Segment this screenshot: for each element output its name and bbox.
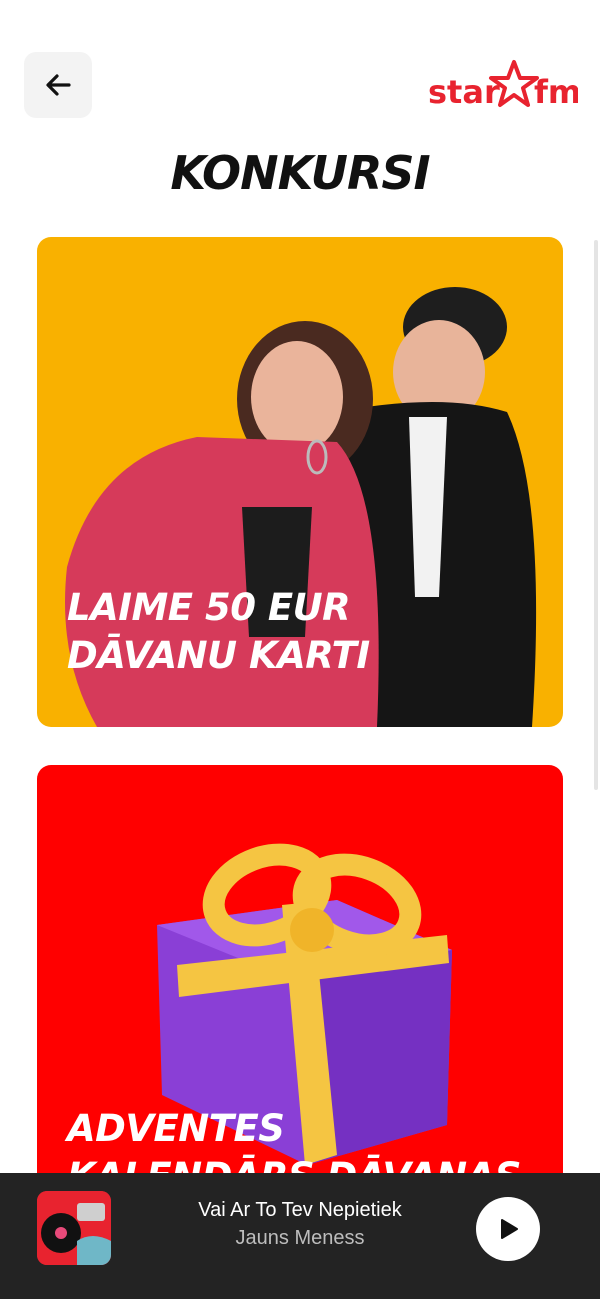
contest-title: LAIME 50 EUR DĀVANU KARTI	[67, 586, 370, 677]
contest-card[interactable]: ADVENTES KALENDĀRS DĀVANAS	[37, 765, 563, 1225]
mini-player[interactable]: Vai Ar To Tev Nepietiek Jauns Meness	[0, 1173, 600, 1299]
album-cover	[37, 1191, 111, 1265]
vinyl-record-icon	[37, 1191, 111, 1265]
contest-card[interactable]: LAIME 50 EUR DĀVANU KARTI	[37, 237, 563, 727]
song-artist: Jauns Meness	[235, 1227, 365, 1249]
song-title: Vai Ar To Tev Nepietiek	[198, 1199, 402, 1221]
play-icon	[501, 1219, 518, 1239]
scrollbar[interactable]	[594, 240, 598, 790]
starfm-logo[interactable]: star fm	[428, 58, 578, 112]
page-title: KONKURSI	[170, 146, 430, 200]
logo-text-fm: fm	[534, 73, 578, 111]
play-button[interactable]	[476, 1197, 540, 1261]
arrow-left-icon	[46, 74, 71, 96]
back-button[interactable]	[24, 52, 92, 118]
